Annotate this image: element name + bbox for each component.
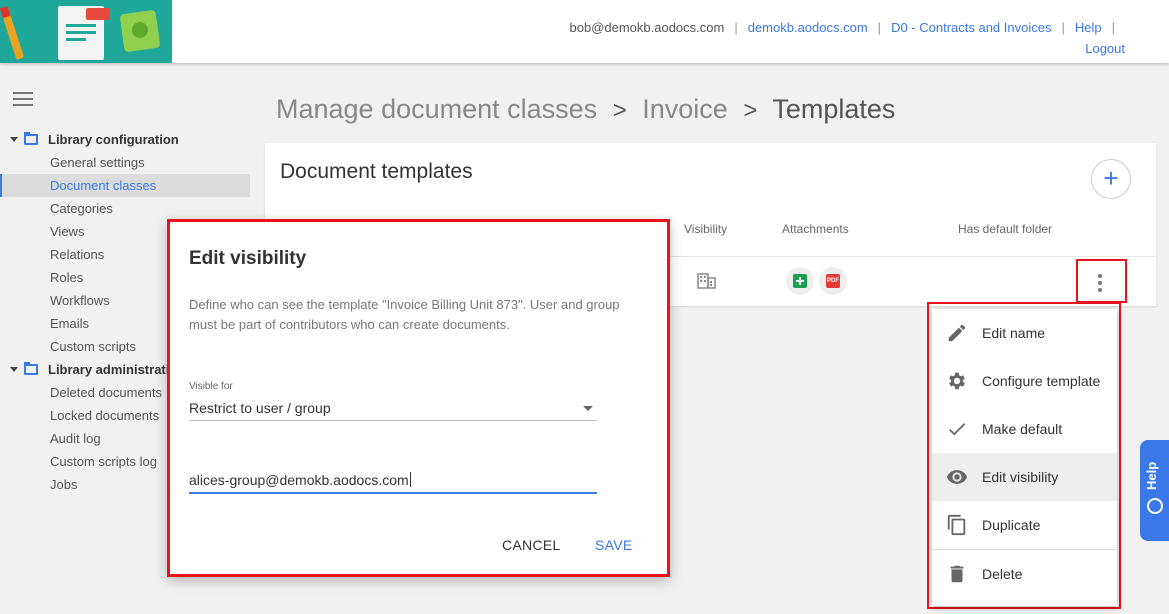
menu-item-label: Configure template [982, 373, 1101, 389]
help-tab-label: Help [1144, 461, 1159, 490]
top-navigation: bob@demokb.aodocs.com | demokb.aodocs.co… [569, 20, 1125, 56]
text-cursor [409, 472, 411, 487]
expand-triangle-icon[interactable] [10, 137, 18, 142]
pencil-graphic [0, 6, 25, 60]
menu-item-label: Edit visibility [982, 469, 1059, 485]
breadcrumb: Manage document classes > Invoice > Temp… [276, 94, 895, 125]
menu-item-edit-visibility[interactable]: Edit visibility [932, 453, 1117, 501]
more-vert-icon[interactable] [1098, 274, 1102, 295]
add-template-button[interactable]: + [1091, 159, 1131, 199]
pencil-icon [948, 324, 966, 342]
template-actions-menu: Edit name Configure template Make defaul… [932, 309, 1117, 606]
eye-icon [946, 470, 968, 484]
column-header-attachments[interactable]: Attachments [782, 222, 849, 236]
menu-item-configure-template[interactable]: Configure template [932, 357, 1117, 405]
menu-item-label: Make default [982, 421, 1063, 437]
menu-item-label: Duplicate [982, 517, 1041, 533]
menu-item-label: Delete [982, 566, 1023, 582]
row-actions-button[interactable] [1076, 259, 1127, 303]
breadcrumb-invoice[interactable]: Invoice [642, 94, 728, 124]
sidebar-section-label: Library administrati [48, 362, 170, 377]
user-email: bob@demokb.aodocs.com [569, 20, 725, 35]
breadcrumb-separator: > [612, 97, 627, 124]
column-header-visibility[interactable]: Visibility [684, 222, 727, 236]
chat-bubble-icon [1147, 498, 1163, 514]
dialog-description: Define who can see the template "Invoice… [189, 297, 620, 332]
hamburger-menu-icon[interactable] [13, 92, 33, 106]
cancel-button[interactable]: CANCEL [502, 537, 561, 553]
visible-for-value: Restrict to user / group [189, 400, 331, 416]
folder-icon [24, 132, 38, 145]
check-icon [949, 423, 966, 436]
app-logo[interactable] [0, 0, 172, 63]
breadcrumb-separator: > [743, 97, 758, 124]
building-icon [697, 273, 716, 289]
logout-link[interactable]: Logout [1085, 41, 1125, 56]
help-widget-tab[interactable]: Help [1140, 440, 1169, 541]
money-graphic [119, 9, 161, 53]
save-button[interactable]: SAVE [595, 537, 633, 553]
card-title: Document templates [280, 160, 473, 183]
sidebar-item-document-classes[interactable]: Document classes [0, 174, 250, 197]
folder-icon [24, 362, 38, 375]
menu-item-duplicate[interactable]: Duplicate [932, 501, 1117, 549]
domain-link[interactable]: demokb.aodocs.com [748, 20, 868, 35]
help-link[interactable]: Help [1075, 20, 1102, 35]
expand-triangle-icon[interactable] [10, 367, 18, 372]
dialog-title: Edit visibility [189, 248, 307, 269]
trash-icon [950, 565, 964, 583]
sidebar-item-general-settings[interactable]: General settings [0, 151, 250, 174]
sidebar-section-label: Library configuration [48, 132, 179, 147]
pdf-icon[interactable]: PDF [819, 267, 847, 295]
edit-visibility-dialog: Edit visibility Define who can see the t… [167, 219, 670, 577]
sheets-icon[interactable] [786, 267, 814, 295]
column-header-default-folder[interactable]: Has default folder [958, 222, 1052, 236]
library-link[interactable]: D0 - Contracts and Invoices [891, 20, 1051, 35]
visible-for-label: Visible for [189, 381, 233, 392]
stamp-graphic [86, 8, 110, 20]
dropdown-caret-icon[interactable] [583, 406, 593, 411]
app-header: bob@demokb.aodocs.com | demokb.aodocs.co… [0, 0, 1169, 63]
gear-icon [949, 372, 965, 390]
breadcrumb-templates: Templates [772, 94, 896, 124]
menu-item-delete[interactable]: Delete [932, 550, 1117, 598]
breadcrumb-manage-document-classes[interactable]: Manage document classes [276, 94, 597, 124]
sidebar-item-categories[interactable]: Categories [0, 197, 250, 220]
group-email-input[interactable]: alices-group@demokb.aodocs.com [189, 470, 597, 494]
sidebar-section-library-configuration[interactable]: Library configuration [0, 128, 250, 151]
document-graphic [58, 6, 110, 60]
copy-icon [947, 514, 966, 536]
menu-item-edit-name[interactable]: Edit name [932, 309, 1117, 357]
visible-for-select[interactable]: Restrict to user / group [189, 398, 597, 421]
group-email-value: alices-group@demokb.aodocs.com [189, 472, 409, 488]
menu-item-label: Edit name [982, 325, 1046, 341]
menu-item-make-default[interactable]: Make default [932, 405, 1117, 453]
